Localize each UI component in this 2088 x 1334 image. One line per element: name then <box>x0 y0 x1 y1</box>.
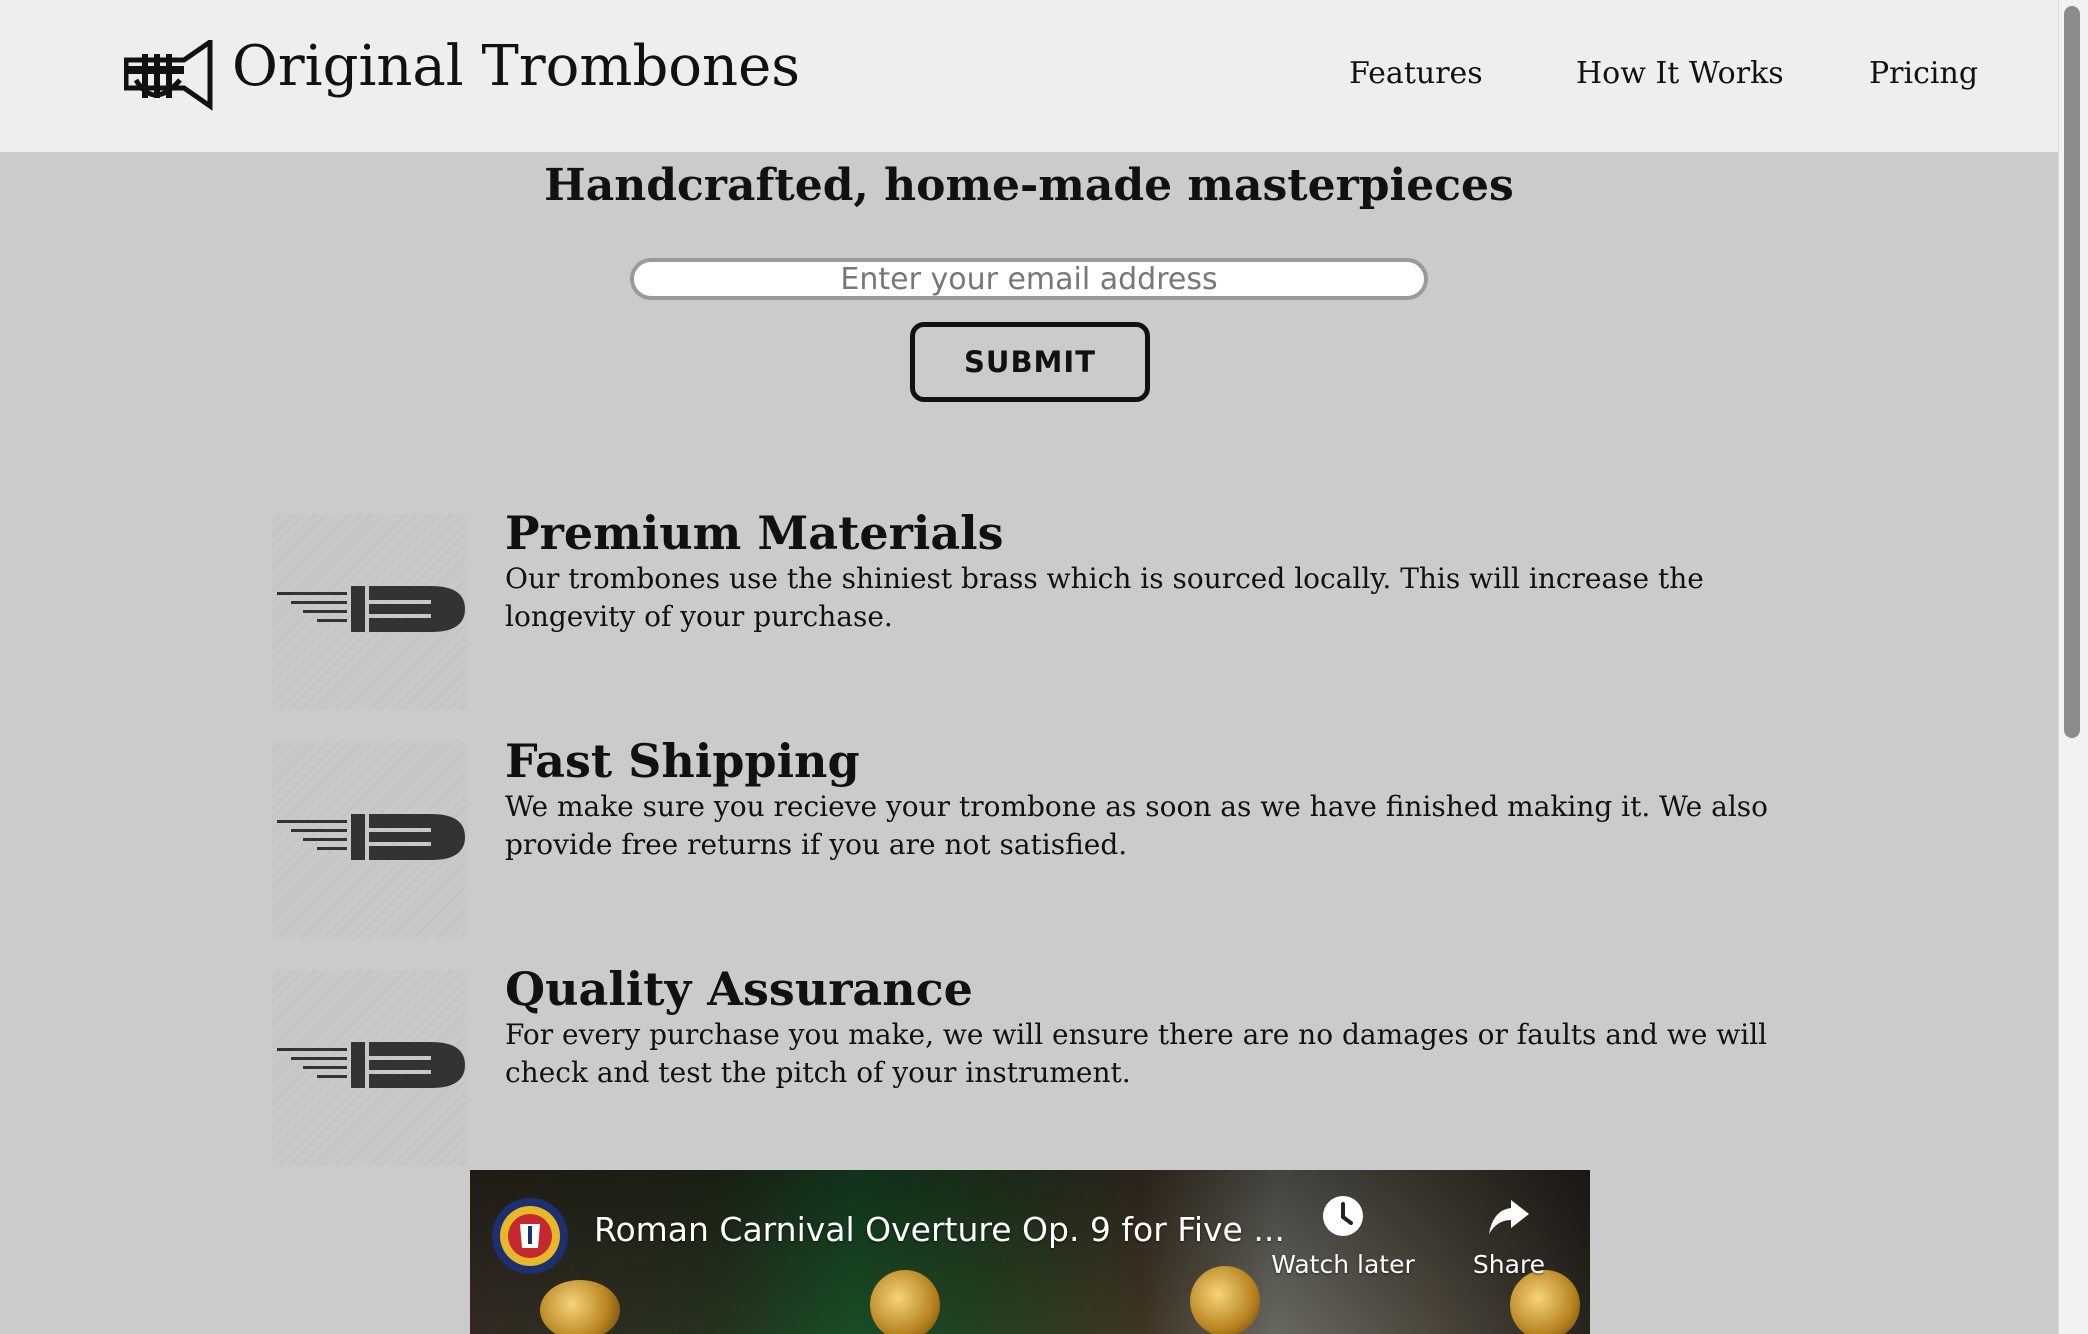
trombone-bell-graphic <box>1510 1270 1580 1334</box>
feature-description: For every purchase you make, we will ens… <box>505 1018 1768 1089</box>
feature-description: We make sure you recieve your trombone a… <box>505 790 1769 861</box>
site-header: Original Trombones Features How It Works… <box>0 0 2058 152</box>
feature-item-premium-materials: Premium Materials Our trombones use the … <box>272 506 1812 714</box>
scrollbar-thumb[interactable] <box>2064 6 2080 738</box>
feature-title: Premium Materials <box>505 506 1004 560</box>
feature-item-fast-shipping: Fast Shipping We make sure you recieve y… <box>272 734 1812 942</box>
feature-title: Fast Shipping <box>505 734 860 788</box>
trombone-bell-graphic <box>1190 1266 1260 1334</box>
watch-later-button[interactable]: Watch later <box>1268 1194 1418 1279</box>
brand-name: Original Trombones <box>232 34 800 99</box>
email-input[interactable] <box>630 258 1428 300</box>
feature-description: Our trombones use the shiniest brass whi… <box>505 562 1704 633</box>
nav-link-how-it-works[interactable]: How It Works <box>1576 56 1784 91</box>
nav-link-pricing[interactable]: Pricing <box>1869 56 1978 91</box>
fast-bullet-icon <box>272 742 468 938</box>
trombone-bell-graphic <box>540 1280 620 1334</box>
fast-bullet-icon <box>272 514 468 710</box>
trumpet-icon[interactable] <box>123 37 216 112</box>
feature-title: Quality Assurance <box>505 962 973 1016</box>
trombone-bell-graphic <box>870 1270 940 1334</box>
page-viewport: Original Trombones Features How It Works… <box>0 0 2088 1334</box>
share-label: Share <box>1472 1250 1546 1279</box>
watch-later-label: Watch later <box>1271 1250 1415 1279</box>
submit-button[interactable]: SUBMIT <box>910 322 1150 402</box>
clock-icon <box>1323 1196 1363 1236</box>
fast-bullet-icon <box>272 970 468 1166</box>
share-arrow-icon <box>1489 1200 1529 1234</box>
channel-avatar-icon[interactable] <box>492 1198 568 1274</box>
hero-title: Handcrafted, home-made masterpieces <box>544 160 1514 211</box>
feature-item-quality-assurance: Quality Assurance For every purchase you… <box>272 962 1812 1170</box>
video-title[interactable]: Roman Carnival Overture Op. 9 for Five .… <box>594 1210 1285 1249</box>
embedded-video[interactable]: Roman Carnival Overture Op. 9 for Five .… <box>470 1170 1590 1334</box>
nav-link-features[interactable]: Features <box>1349 56 1483 91</box>
share-button[interactable]: Share <box>1454 1194 1564 1279</box>
